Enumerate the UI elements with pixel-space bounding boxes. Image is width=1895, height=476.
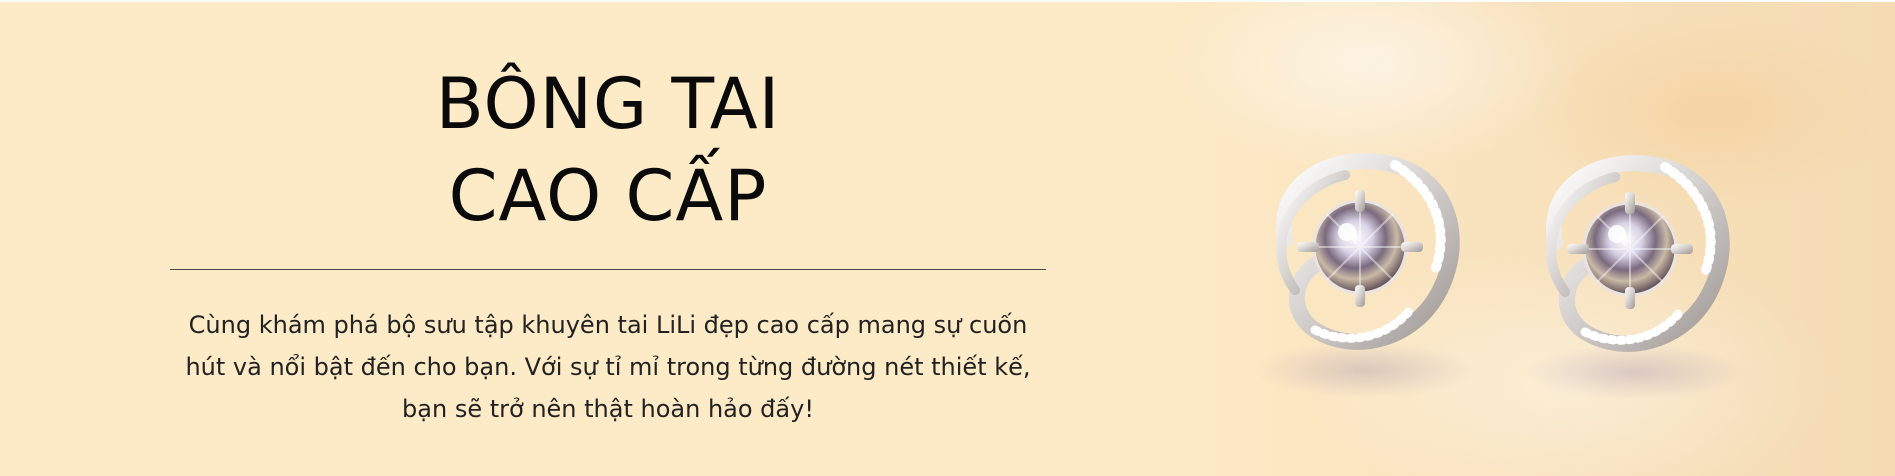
left-earring [1255,153,1475,398]
earrings-product-photo [1150,2,1895,476]
collection-banner: BÔNG TAI CAO CẤP Cùng khám phá bộ sưu tậ… [0,2,1895,476]
earrings-illustration [1255,153,1745,400]
banner-description: Cùng khám phá bộ sưu tập khuyên tai LiLi… [185,311,1031,423]
right-earring [1525,155,1745,400]
banner-title: BÔNG TAI CAO CẤP [170,58,1046,242]
title-divider [170,269,1046,270]
banner-title-line-1: BÔNG TAI [435,63,781,145]
banner-title-line-2: CAO CẤP [448,155,768,237]
